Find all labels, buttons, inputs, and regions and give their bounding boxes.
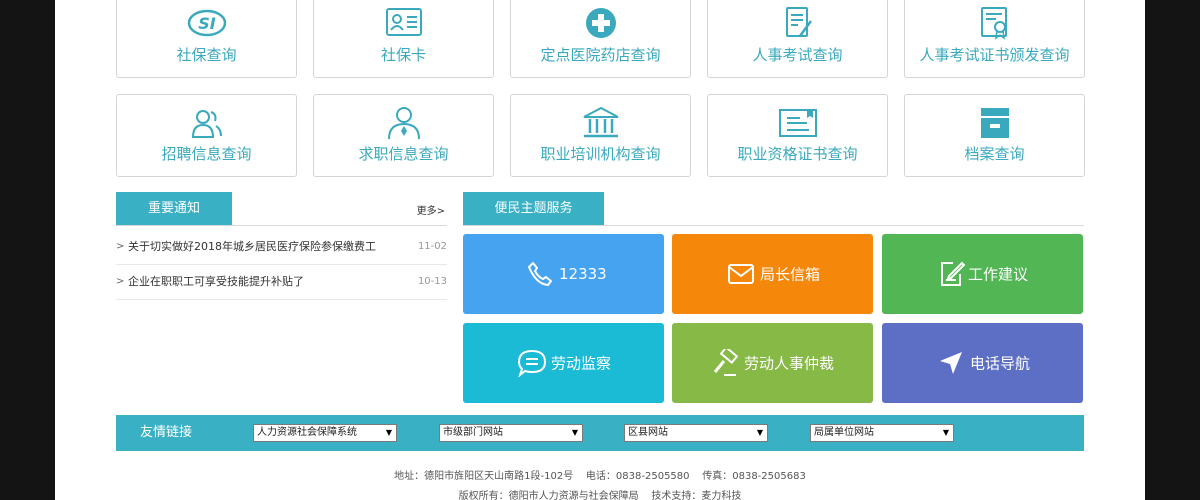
tile-qualification-query[interactable]: 职业资格证书查询 [707, 94, 888, 177]
archive-box-icon [980, 108, 1009, 138]
tile-cert-query[interactable]: 人事考试证书颁发查询 [904, 0, 1085, 78]
tab-important-notices[interactable]: 重要通知 [116, 192, 232, 225]
tile-social-card[interactable]: 社保卡 [313, 0, 494, 78]
notice-list: > 关于切实做好2018年城乡居民医疗保险参保缴费工 11-02 > 企业在职职… [116, 230, 447, 300]
page: SI 社保查询 社保卡 定点医院药店查询 人事考试查询 人事考试证书颁发查询 招… [55, 0, 1145, 500]
footer-contact: 地址：德阳市旌阳区天山南路1段-102号 电话：0838-2505580 传真：… [394, 471, 806, 482]
tile-training-query[interactable]: 职业培训机构查询 [510, 94, 691, 177]
select-value: 局属单位网站 [814, 427, 874, 438]
notice-title: 企业在职职工可享受技能提升补贴了 [128, 275, 304, 288]
phone-navigation-button[interactable]: 电话导航 [882, 323, 1083, 403]
footer-copyright: 版权所有：德阳市人力资源与社会保障局 技术支持：麦力科技 [458, 491, 742, 500]
service-label: 工作建议 [968, 265, 1029, 284]
tile-label: 社保查询 [176, 46, 237, 64]
tile-label: 人事考试查询 [752, 46, 843, 64]
labor-arbitration-button[interactable]: 劳动人事仲裁 [672, 323, 873, 403]
mail-icon [728, 264, 754, 284]
id-card-icon [385, 8, 422, 36]
svg-text:SI: SI [198, 14, 216, 33]
chat-bubble-icon [517, 349, 547, 377]
tile-si-query[interactable]: SI 社保查询 [116, 0, 297, 78]
recruit-users-icon [191, 110, 222, 138]
notices-header: 重要通知 更多> [116, 192, 447, 226]
bullet-arrow-icon: > [116, 276, 125, 287]
bullet-arrow-icon: > [116, 241, 125, 252]
navigation-arrow-icon [940, 352, 962, 374]
notice-date: 10-13 [417, 276, 447, 287]
service-label: 劳动人事仲裁 [744, 354, 835, 373]
exam-paper-icon [785, 7, 812, 37]
si-logo-icon: SI [187, 9, 226, 37]
tile-archive-query[interactable]: 档案查询 [904, 94, 1085, 177]
more-link[interactable]: 更多> [417, 202, 445, 217]
tile-label: 职业培训机构查询 [540, 145, 661, 163]
service-label: 劳动监察 [551, 354, 612, 373]
caret-down-icon: ▼ [756, 428, 763, 437]
tab-convenience-services[interactable]: 便民主题服务 [463, 192, 604, 225]
friendly-links-bar: 友情链接 人力资源社会保障系统 ▼ 市级部门网站 ▼ 区县网站 ▼ 局属单位网站… [116, 415, 1084, 451]
caret-down-icon: ▼ [385, 428, 392, 437]
tile-label: 职业资格证书查询 [737, 145, 858, 163]
list-item[interactable]: > 关于切实做好2018年城乡居民医疗保险参保缴费工 11-02 [116, 230, 447, 265]
caret-down-icon: ▼ [942, 428, 949, 437]
job-seeker-icon [387, 107, 420, 140]
hotline-button[interactable]: 12333 [463, 234, 664, 314]
select-bureau-units[interactable]: 局属单位网站 ▼ [810, 424, 954, 442]
services-header: 便民主题服务 [463, 192, 1084, 226]
tile-label: 社保卡 [380, 46, 426, 64]
tile-recruit-query[interactable]: 招聘信息查询 [116, 94, 297, 177]
tile-label: 档案查询 [964, 145, 1025, 163]
notice-date: 11-02 [417, 241, 447, 252]
tile-label: 人事考试证书颁发查询 [919, 46, 1070, 64]
select-county-sites[interactable]: 区县网站 ▼ [624, 424, 768, 442]
select-city-departments[interactable]: 市级部门网站 ▼ [439, 424, 583, 442]
select-value: 区县网站 [628, 427, 668, 438]
medical-cross-icon [585, 8, 616, 38]
service-label: 12333 [559, 265, 607, 283]
phone-icon [528, 262, 552, 286]
service-label: 局长信箱 [760, 265, 821, 284]
select-value: 人力资源社会保障系统 [257, 427, 357, 438]
tile-label: 招聘信息查询 [161, 145, 252, 163]
edit-note-icon [941, 261, 965, 286]
notice-title: 关于切实做好2018年城乡居民医疗保险参保缴费工 [128, 240, 376, 253]
director-mailbox-button[interactable]: 局长信箱 [672, 234, 873, 314]
list-item[interactable]: > 企业在职职工可享受技能提升补贴了 10-13 [116, 265, 447, 300]
qualification-card-icon [778, 109, 817, 137]
service-label: 电话导航 [970, 354, 1031, 373]
work-suggestion-button[interactable]: 工作建议 [882, 234, 1083, 314]
certificate-icon [980, 7, 1007, 40]
tile-hospital-query[interactable]: 定点医院药店查询 [510, 0, 691, 78]
tile-label: 定点医院药店查询 [540, 46, 661, 64]
select-value: 市级部门网站 [443, 427, 503, 438]
institution-icon [583, 106, 618, 138]
labor-inspection-button[interactable]: 劳动监察 [463, 323, 664, 403]
friendly-links-title: 友情链接 [140, 425, 193, 440]
tile-jobseek-query[interactable]: 求职信息查询 [313, 94, 494, 177]
tile-label: 求职信息查询 [358, 145, 449, 163]
caret-down-icon: ▼ [571, 428, 578, 437]
select-hr-system[interactable]: 人力资源社会保障系统 ▼ [253, 424, 397, 442]
gavel-icon [713, 349, 738, 376]
tile-exam-query[interactable]: 人事考试查询 [707, 0, 888, 78]
